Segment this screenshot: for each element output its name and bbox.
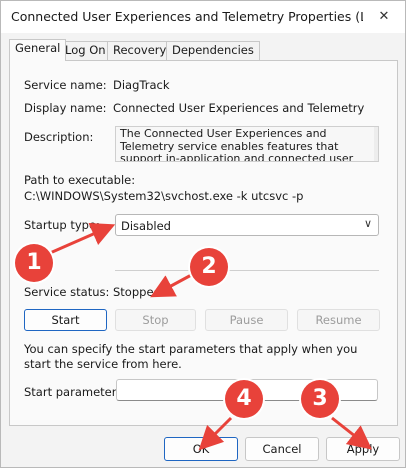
tab-recovery[interactable]: Recovery — [107, 41, 173, 60]
description-box[interactable]: The Connected User Experiences and Telem… — [115, 126, 379, 162]
cancel-button[interactable]: Cancel — [245, 437, 319, 461]
description-text: The Connected User Experiences and Telem… — [120, 127, 354, 162]
apply-button[interactable]: Apply — [326, 437, 400, 461]
ok-button[interactable]: OK — [164, 437, 238, 461]
service-status-label: Service status: — [24, 285, 110, 299]
tab-dependencies[interactable]: Dependencies — [166, 41, 260, 60]
display-name-label: Display name: — [24, 101, 107, 115]
stop-button[interactable]: Stop — [115, 309, 196, 331]
service-name-value: DiagTrack — [113, 78, 170, 92]
tab-log-on[interactable]: Log On — [59, 41, 112, 60]
annotation-badge-1: 1 — [15, 244, 53, 282]
startup-type-value: Disabled — [121, 219, 171, 233]
annotation-badge-2: 2 — [190, 248, 228, 286]
general-panel: Service name: DiagTrack Display name: Co… — [9, 60, 398, 426]
path-value: C:\WINDOWS\System32\svchost.exe -k utcsv… — [24, 189, 304, 203]
close-icon[interactable]: ✕ — [369, 5, 399, 29]
service-name-label: Service name: — [24, 78, 107, 92]
display-name-value: Connected User Experiences and Telemetry — [113, 101, 365, 115]
description-label: Description: — [24, 130, 94, 144]
resume-button[interactable]: Resume — [297, 309, 380, 331]
start-button[interactable]: Start — [24, 309, 107, 331]
start-params-label: Start parameters: — [24, 385, 127, 399]
startup-type-label: Startup type: — [24, 218, 100, 232]
annotation-badge-4: 4 — [225, 380, 263, 418]
description-scrollbar[interactable] — [374, 127, 378, 161]
pause-button[interactable]: Pause — [205, 309, 288, 331]
tab-general[interactable]: General — [9, 39, 67, 61]
help-text: You can specify the start parameters tha… — [24, 342, 358, 371]
divider — [115, 270, 379, 271]
annotation-badge-3: 3 — [301, 380, 339, 418]
window-title: Connected User Experiences and Telemetry… — [11, 9, 363, 24]
path-label: Path to executable: — [24, 173, 136, 187]
chevron-down-icon: ∨ — [363, 217, 372, 230]
service-status-value: Stopped — [113, 285, 161, 299]
startup-type-select[interactable]: Disabled ∨ — [115, 214, 379, 236]
properties-window: Connected User Experiences and Telemetry… — [0, 0, 406, 468]
title-bar: Connected User Experiences and Telemetry… — [1, 1, 405, 33]
